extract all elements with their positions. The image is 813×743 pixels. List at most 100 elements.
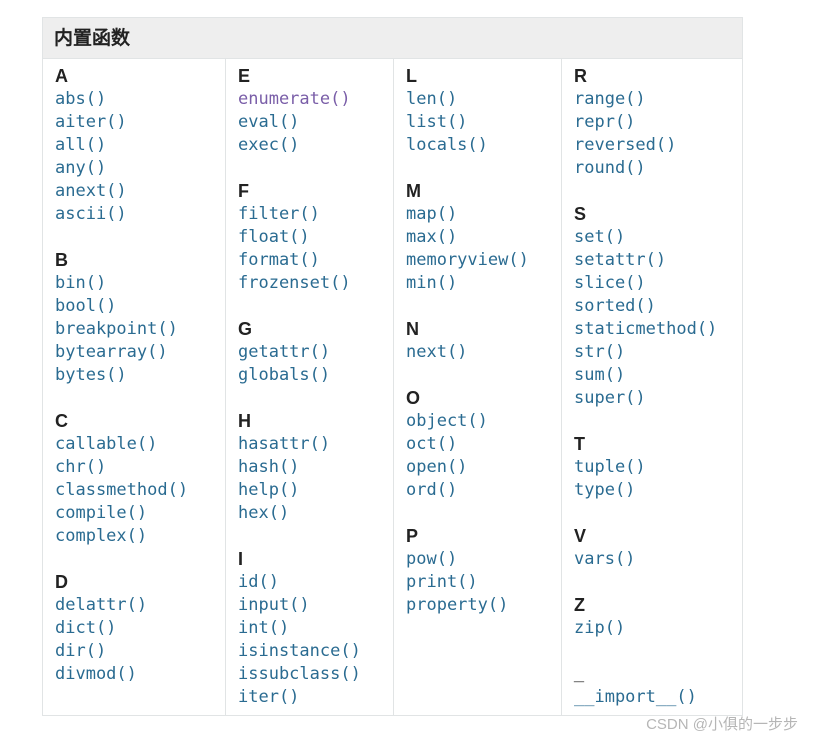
letter-group: Zzip() [562, 594, 742, 640]
group-letter: H [238, 411, 251, 431]
column-4: Rrange() repr() reversed() round() Sset() set… [561, 59, 742, 715]
function-link[interactable]: any() [43, 157, 225, 180]
function-link[interactable]: enumerate() [226, 88, 393, 111]
function-link[interactable]: setattr() [562, 249, 742, 272]
function-link[interactable]: isinstance() [226, 640, 393, 663]
function-link[interactable]: complex() [43, 525, 225, 548]
function-link[interactable]: super() [562, 387, 742, 410]
function-link[interactable]: bytearray() [43, 341, 225, 364]
function-link[interactable]: exec() [226, 134, 393, 157]
function-link[interactable]: print() [394, 571, 561, 594]
group-letter: N [406, 319, 419, 339]
function-link[interactable]: int() [226, 617, 393, 640]
column-3: Llen() list() locals() Mmap() max() memoryvie… [393, 59, 561, 715]
letter-group: Iid() input() int() isinstance() issubclass(… [226, 548, 393, 709]
function-link[interactable]: property() [394, 594, 561, 617]
function-link[interactable]: type() [562, 479, 742, 502]
group-letter: A [55, 66, 68, 86]
function-link[interactable]: iter() [226, 686, 393, 709]
table-body: Aabs() aiter() all() any() anext() ascii() Bbi… [43, 59, 742, 715]
function-link[interactable]: list() [394, 111, 561, 134]
function-link[interactable]: repr() [562, 111, 742, 134]
function-link[interactable]: pow() [394, 548, 561, 571]
function-link[interactable]: dict() [43, 617, 225, 640]
function-link[interactable]: globals() [226, 364, 393, 387]
function-link[interactable]: staticmethod() [562, 318, 742, 341]
group-letter: F [238, 181, 249, 201]
function-link[interactable]: round() [562, 157, 742, 180]
function-link[interactable]: id() [226, 571, 393, 594]
function-link[interactable]: float() [226, 226, 393, 249]
function-link[interactable]: chr() [43, 456, 225, 479]
builtin-functions-table: 内置函数 Aabs() aiter() all() any() anext() ascii… [42, 17, 743, 716]
function-link[interactable]: reversed() [562, 134, 742, 157]
letter-group: Ccallable() chr() classmethod() compile() co… [43, 410, 225, 548]
function-link[interactable]: next() [394, 341, 561, 364]
function-link[interactable]: input() [226, 594, 393, 617]
function-link[interactable]: help() [226, 479, 393, 502]
letter-group: Nnext() [394, 318, 561, 364]
function-link[interactable]: filter() [226, 203, 393, 226]
group-letter: D [55, 572, 68, 592]
function-link[interactable]: object() [394, 410, 561, 433]
function-link[interactable]: compile() [43, 502, 225, 525]
function-link[interactable]: ascii() [43, 203, 225, 226]
function-link[interactable]: hex() [226, 502, 393, 525]
group-letter: Z [574, 595, 585, 615]
letter-group: Oobject() oct() open() ord() [394, 387, 561, 502]
function-link[interactable]: memoryview() [394, 249, 561, 272]
function-link[interactable]: sorted() [562, 295, 742, 318]
group-letter: T [574, 434, 585, 454]
function-link[interactable]: breakpoint() [43, 318, 225, 341]
function-link[interactable]: __import__() [562, 686, 742, 709]
letter-group: Rrange() repr() reversed() round() [562, 65, 742, 180]
function-link[interactable]: tuple() [562, 456, 742, 479]
function-link[interactable]: aiter() [43, 111, 225, 134]
function-link[interactable]: vars() [562, 548, 742, 571]
function-link[interactable]: set() [562, 226, 742, 249]
function-link[interactable]: bool() [43, 295, 225, 318]
function-link[interactable]: zip() [562, 617, 742, 640]
function-link[interactable]: len() [394, 88, 561, 111]
function-link[interactable]: callable() [43, 433, 225, 456]
function-link[interactable]: issubclass() [226, 663, 393, 686]
function-link[interactable]: bytes() [43, 364, 225, 387]
function-link[interactable]: locals() [394, 134, 561, 157]
group-letter: E [238, 66, 251, 86]
function-link[interactable]: all() [43, 134, 225, 157]
letter-group: Ggetattr() globals() [226, 318, 393, 387]
function-link[interactable]: ord() [394, 479, 561, 502]
group-letter: O [406, 388, 421, 408]
function-link[interactable]: range() [562, 88, 742, 111]
function-link[interactable]: abs() [43, 88, 225, 111]
function-link[interactable]: hasattr() [226, 433, 393, 456]
function-link[interactable]: map() [394, 203, 561, 226]
letter-group: Llen() list() locals() [394, 65, 561, 157]
function-link[interactable]: str() [562, 341, 742, 364]
function-link[interactable]: slice() [562, 272, 742, 295]
letter-group: _ __import__() [562, 663, 742, 709]
function-link[interactable]: delattr() [43, 594, 225, 617]
function-link[interactable]: sum() [562, 364, 742, 387]
function-link[interactable]: open() [394, 456, 561, 479]
group-letter: G [238, 319, 253, 339]
group-letter: P [406, 526, 419, 546]
function-link[interactable]: anext() [43, 180, 225, 203]
letter-group: Ppow() print() property() [394, 525, 561, 617]
function-link[interactable]: divmod() [43, 663, 225, 686]
function-link[interactable]: dir() [43, 640, 225, 663]
function-link[interactable]: eval() [226, 111, 393, 134]
function-link[interactable]: getattr() [226, 341, 393, 364]
letter-group: Vvars() [562, 525, 742, 571]
function-link[interactable]: min() [394, 272, 561, 295]
function-link[interactable]: format() [226, 249, 393, 272]
function-link[interactable]: classmethod() [43, 479, 225, 502]
function-link[interactable]: oct() [394, 433, 561, 456]
function-link[interactable]: bin() [43, 272, 225, 295]
function-link[interactable]: frozenset() [226, 272, 393, 295]
function-link[interactable]: max() [394, 226, 561, 249]
letter-group: Mmap() max() memoryview() min() [394, 180, 561, 295]
function-link[interactable]: hash() [226, 456, 393, 479]
letter-group: Ffilter() float() format() frozenset() [226, 180, 393, 295]
letter-group: Ddelattr() dict() dir() divmod() [43, 571, 225, 686]
